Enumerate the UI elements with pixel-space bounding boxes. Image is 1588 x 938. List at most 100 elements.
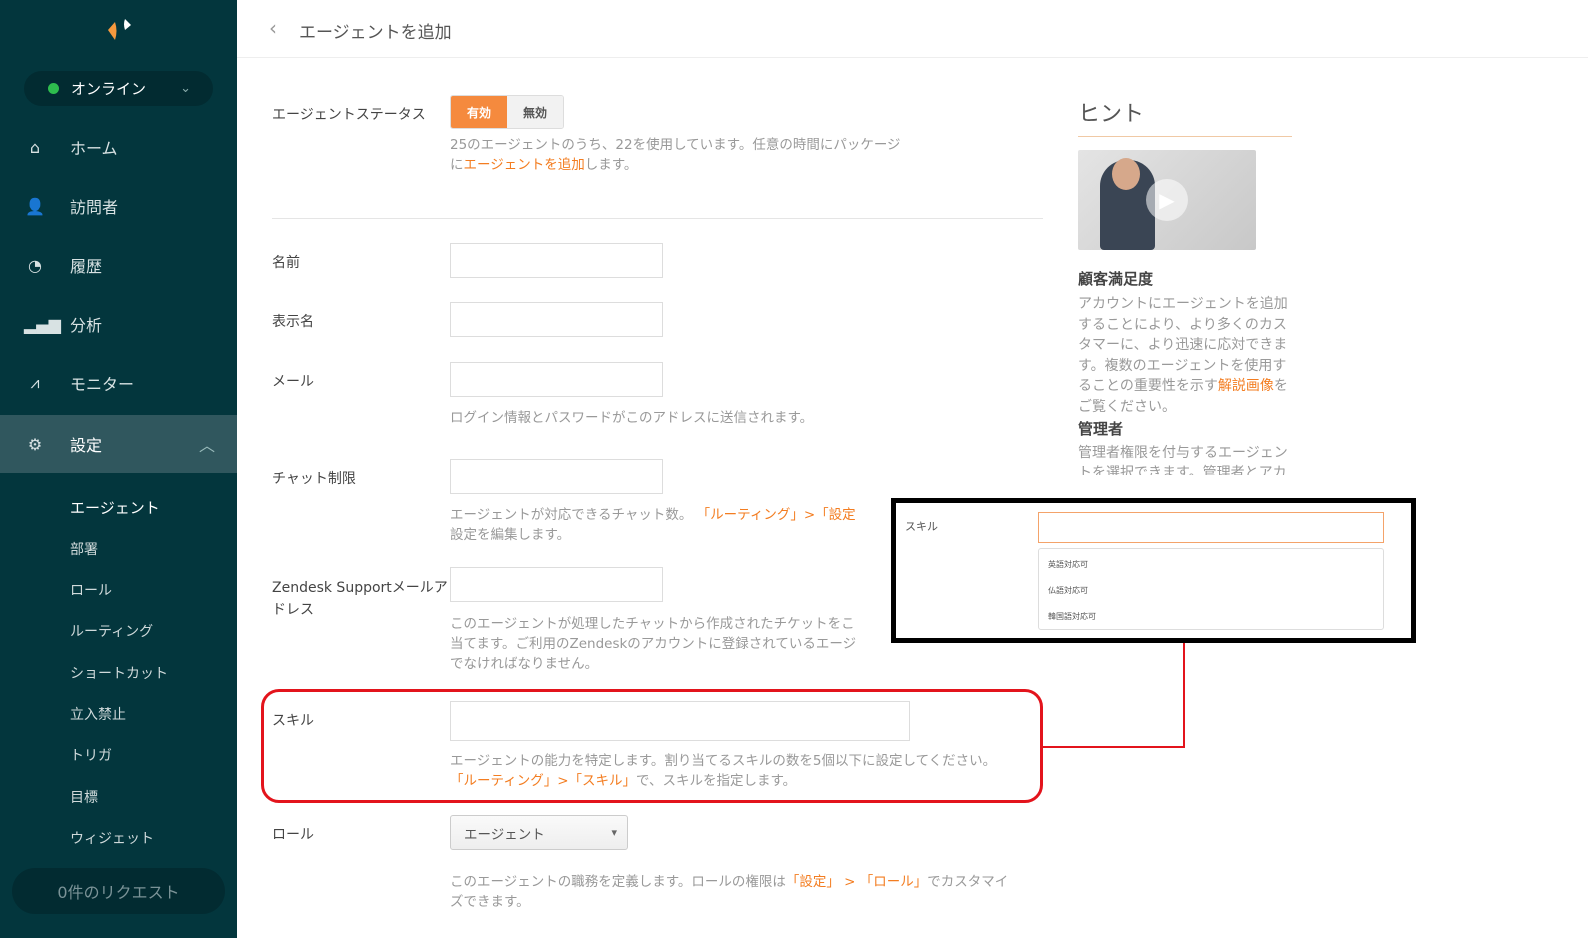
role-select[interactable]: エージェント ▾ (450, 815, 628, 850)
disabled-button[interactable]: 無効 (507, 96, 563, 128)
zendesk-help: このエージェントが処理したチャットから作成されたチケットをこ 当てます。ご利用のZ… (450, 614, 878, 674)
skill-label: スキル (272, 713, 314, 729)
subitem-goals[interactable]: 目標 (70, 787, 98, 807)
help-text: エージェントの能力を特定します。割り当てるスキルの数を5個以下に設定してください… (450, 753, 997, 769)
add-agent-link[interactable]: エージェントを追加 (464, 157, 585, 173)
skill-options-list: 英語対応可 仏語対応可 韓国語対応可 (1038, 548, 1384, 630)
sidebar-item-settings[interactable]: ⚙ 設定 ︿ (0, 415, 237, 473)
hint-section-title: 顧客満足度 (1078, 270, 1154, 288)
back-chevron-icon[interactable]: ‹ (269, 16, 277, 40)
help-text: このエージェントの職務を定義します。ロールの権限は (450, 874, 786, 890)
role-value: エージェント (464, 826, 545, 843)
subitem-departments[interactable]: 部署 (70, 539, 98, 559)
help-text: します。 (584, 157, 638, 173)
display-name-input[interactable] (450, 302, 663, 337)
online-dot-icon (48, 83, 59, 94)
chat-limit-input[interactable] (450, 459, 663, 494)
sidebar: オンライン ⌄ ⌂ ホーム 👤 訪問者 ◔ 履歴 ▂▄▆ 分析 ⩘ モニター ⚙ 設定 ︿ エー… (0, 0, 237, 938)
skill-input[interactable] (450, 701, 910, 741)
hint-title: ヒント (1078, 96, 1292, 137)
clock-icon: ◔ (28, 255, 42, 275)
email-input[interactable] (450, 362, 663, 397)
divider (272, 218, 1043, 219)
hint-panel: ヒント ▶ 顧客満足度 アカウントにエージェントを追加することにより、より多くの… (1078, 96, 1292, 475)
subitem-agents[interactable]: エージェント (70, 497, 160, 518)
explainer-image-link[interactable]: 解説画像 (1218, 378, 1274, 394)
help-text: に (450, 157, 464, 173)
hint-paragraph: アカウントにエージェントを追加することにより、より多くのカスタマーに、より迅速に… (1078, 294, 1292, 418)
subitem-widget[interactable]: ウィジェット (70, 828, 154, 848)
help-text: ズできます。 (450, 894, 530, 910)
role-help: このエージェントの職務を定義します。ロールの権限は「設定」 > 「ロール」でカス… (450, 872, 1008, 912)
label-line: ドレス (272, 602, 314, 618)
chevron-up-icon: ︿ (198, 436, 215, 455)
subitem-triggers[interactable]: トリガ (70, 745, 112, 765)
help-text: 当てます。ご利用のZendeskのアカウントに登録されているエージ (450, 636, 857, 652)
chevron-down-icon: ▾ (611, 826, 617, 839)
requests-button[interactable]: 0件のリクエスト (12, 868, 225, 914)
monitor-icon: ⩘ (30, 373, 40, 392)
sidebar-item-visitors[interactable]: 👤 訪問者 (0, 177, 237, 235)
page-title: エージェントを追加 (299, 23, 452, 43)
role-label: ロール (272, 827, 314, 843)
help-text: エージェントが対応できるチャット数。 (450, 507, 693, 523)
sidebar-item-monitor[interactable]: ⩘ モニター (0, 354, 237, 412)
display-name-label: 表示名 (272, 314, 314, 330)
help-text: で、スキルを指定します。 (636, 773, 797, 789)
zendesk-email-label: Zendesk Supportメールア ドレス (272, 577, 448, 621)
connector-line (1183, 641, 1185, 748)
skill-option[interactable]: 英語対応可 (1048, 559, 1088, 570)
connector-line (1043, 746, 1185, 748)
help-text: でなければなりません。 (450, 656, 599, 672)
play-icon[interactable]: ▶ (1146, 179, 1188, 221)
status-dropdown[interactable]: オンライン ⌄ (24, 71, 213, 106)
skill-option[interactable]: 韓国語対応可 (1048, 611, 1096, 622)
person-face (1112, 158, 1140, 190)
sidebar-item-label: 履歴 (70, 257, 103, 276)
hint-section-title: 管理者 (1078, 419, 1124, 438)
enabled-button[interactable]: 有効 (451, 96, 507, 128)
name-label: 名前 (272, 255, 300, 271)
email-help: ログイン情報とパスワードがこのアドレスに送信されます。 (450, 410, 814, 426)
zendesk-email-input[interactable] (450, 567, 663, 602)
settings-link[interactable]: 「設定」 (786, 874, 840, 890)
label-line: Zendesk Supportメールア (272, 580, 448, 596)
chevron-down-icon: ⌄ (180, 81, 191, 96)
sidebar-item-label: ホーム (70, 139, 118, 158)
name-input[interactable] (450, 243, 663, 278)
skill-help: エージェントの能力を特定します。割り当てるスキルの数を5個以下に設定してください… (450, 751, 996, 791)
chat-limit-help: エージェントが対応できるチャット数。 「ルーティング」>「設定設定を編集します。 (450, 505, 875, 545)
status-help: 25のエージェントのうち、22を使用しています。任意の時間にパッケージ にエージェ… (450, 135, 901, 175)
roles-link[interactable]: 「ロール」 (860, 874, 928, 890)
subitem-shortcuts[interactable]: ショートカット (70, 663, 168, 683)
email-label: メール (272, 374, 314, 390)
skill-dropdown-callout: スキル 英語対応可 仏語対応可 韓国語対応可 (891, 498, 1416, 643)
help-text: 25のエージェントのうち、22を使用しています。任意の時間にパッケージ (450, 137, 901, 153)
routing-settings-link[interactable]: 「ルーティング」>「設定 (697, 507, 856, 523)
sidebar-item-home[interactable]: ⌂ ホーム (0, 118, 237, 176)
separator: > (839, 874, 860, 890)
hint-paragraph: 管理者権限を付与するエージェントを選択できます。管理者とアカ (1078, 444, 1288, 475)
tutorial-video-thumbnail[interactable]: ▶ (1078, 150, 1256, 250)
help-text: でカスタマイ (927, 874, 1009, 890)
home-icon: ⌂ (29, 137, 41, 157)
subitem-routing[interactable]: ルーティング (70, 621, 153, 641)
sidebar-item-label: 訪問者 (70, 198, 119, 217)
subitem-banned[interactable]: 立入禁止 (70, 704, 126, 724)
status-toggle[interactable]: 有効 無効 (450, 95, 564, 129)
header: ‹ エージェントを追加 (237, 0, 1588, 58)
subitem-roles[interactable]: ロール (70, 580, 112, 600)
sidebar-item-analytics[interactable]: ▂▄▆ 分析 (0, 295, 237, 353)
callout-skill-input[interactable] (1038, 512, 1384, 543)
callout-skill-label: スキル (905, 520, 938, 533)
help-text: このエージェントが処理したチャットから作成されたチケットをこ (450, 616, 855, 632)
status-label: オンライン (71, 80, 147, 98)
gear-icon: ⚙ (27, 434, 43, 454)
routing-skills-link[interactable]: 「ルーティング」>「スキル」 (450, 773, 636, 789)
chat-limit-label: チャット制限 (272, 471, 356, 487)
sidebar-item-history[interactable]: ◔ 履歴 (0, 236, 237, 294)
help-text: 設定を編集します。 (450, 527, 571, 543)
sidebar-item-label: モニター (70, 375, 135, 394)
sidebar-item-label: 分析 (70, 316, 103, 335)
skill-option[interactable]: 仏語対応可 (1048, 585, 1088, 596)
